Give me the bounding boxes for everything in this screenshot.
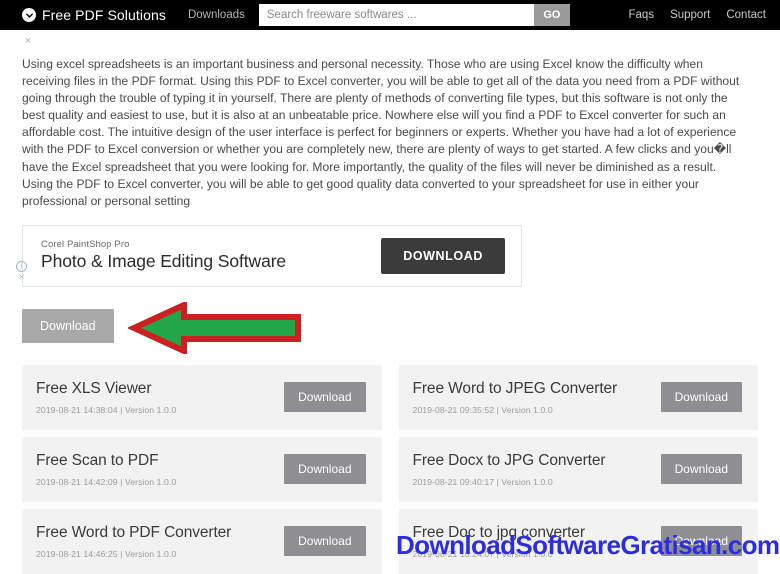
ad-control-icons: i × (16, 260, 27, 283)
software-date-version: 2019-08-21 14:42:09 | Version 1.0.0 (36, 476, 177, 487)
software-title: Free Docx to JPG Converter (412, 451, 606, 469)
software-card-meta: Free Word to PDF Converter 2019-08-21 14… (36, 524, 231, 559)
ad-text-block: Corel PaintShop Pro Photo & Image Editin… (41, 239, 286, 272)
software-download-button[interactable]: Download (284, 382, 366, 413)
search-go-button[interactable]: GO (533, 4, 570, 26)
search-input[interactable] (258, 4, 534, 26)
software-date-version: 2019-08-21 14:46:25 | Version 1.0.0 (36, 548, 177, 559)
nav-link-support[interactable]: Support (670, 9, 710, 21)
software-title: Free Word to PDF Converter (36, 523, 232, 541)
software-download-button[interactable]: Download (284, 526, 366, 557)
ad-kicker-text: Corel PaintShop Pro (41, 239, 130, 251)
software-download-button[interactable]: Download (284, 454, 366, 485)
nav-link-contact[interactable]: Contact (726, 9, 766, 21)
ad-headline-text: Photo & Image Editing Software (41, 251, 287, 272)
software-card[interactable]: Free Docx to JPG Converter 2019-08-21 09… (398, 436, 758, 502)
software-date-version: 2019-08-21 09:40:17 | Version 1.0.0 (412, 476, 553, 487)
software-card[interactable]: Free Word to PDF Converter 2019-08-21 14… (22, 508, 382, 574)
primary-download-row: Download (22, 301, 758, 354)
info-circle-icon[interactable]: i (16, 260, 27, 272)
advertisement-banner[interactable]: Corel PaintShop Pro Photo & Image Editin… (22, 224, 522, 287)
software-download-button[interactable]: Download (660, 382, 742, 413)
top-navigation-links: Faqs Support Contact (629, 0, 767, 30)
software-card-meta: Free Scan to PDF 2019-08-21 14:42:09 | V… (36, 452, 176, 487)
software-card-meta: Free Doc to jpg converter 2019-08-21 10:… (413, 524, 585, 559)
software-title: Free Doc to jpg converter (412, 523, 585, 541)
software-card-meta: Free Word to JPEG Converter 2019-08-21 0… (413, 380, 618, 415)
left-pointing-arrow-annotation (128, 301, 301, 354)
ad-close-icon[interactable]: × (19, 272, 25, 283)
software-card-meta: Free XLS Viewer 2019-08-21 14:38:04 | Ve… (36, 380, 176, 415)
software-list-grid: Free XLS Viewer 2019-08-21 14:38:04 | Ve… (22, 364, 758, 574)
software-date-version: 2019-08-21 10:24:07 | Version 1.0.0 (412, 548, 553, 559)
close-icon[interactable]: × (25, 36, 31, 47)
software-title: Free XLS Viewer (36, 379, 152, 397)
software-card[interactable]: Free Scan to PDF 2019-08-21 14:42:09 | V… (22, 436, 382, 502)
software-card-meta: Free Docx to JPG Converter 2019-08-21 09… (413, 452, 606, 487)
software-download-button[interactable]: Download (660, 526, 742, 557)
software-title: Free Scan to PDF (36, 451, 159, 469)
site-brand-name: Free PDF Solutions (42, 7, 166, 23)
nav-link-faqs[interactable]: Faqs (629, 9, 655, 21)
software-card[interactable]: Free Doc to jpg converter 2019-08-21 10:… (398, 508, 758, 574)
page-content: × Using excel spreadsheets is an importa… (0, 30, 780, 574)
primary-download-button[interactable]: Download (22, 308, 114, 343)
software-title: Free Word to JPEG Converter (412, 379, 618, 397)
advertisement-container: Corel PaintShop Pro Photo & Image Editin… (16, 224, 522, 287)
software-card[interactable]: Free XLS Viewer 2019-08-21 14:38:04 | Ve… (22, 364, 382, 430)
search-form: GO (258, 4, 570, 26)
ad-download-button[interactable]: DOWNLOAD (381, 237, 505, 274)
software-download-button[interactable]: Download (660, 454, 742, 485)
circle-chevron-down-icon (22, 8, 36, 22)
software-date-version: 2019-08-21 14:38:04 | Version 1.0.0 (36, 404, 177, 415)
top-navigation-bar: Free PDF Solutions Downloads GO Faqs Sup… (0, 0, 780, 30)
top-banner-close-area: × (22, 30, 758, 52)
article-paragraph: Using excel spreadsheets is an important… (22, 57, 740, 208)
software-date-version: 2019-08-21 09:35:52 | Version 1.0.0 (412, 404, 553, 415)
nav-link-downloads[interactable]: Downloads (188, 9, 245, 21)
site-brand[interactable]: Free PDF Solutions (22, 7, 166, 23)
software-card[interactable]: Free Word to JPEG Converter 2019-08-21 0… (398, 364, 758, 430)
